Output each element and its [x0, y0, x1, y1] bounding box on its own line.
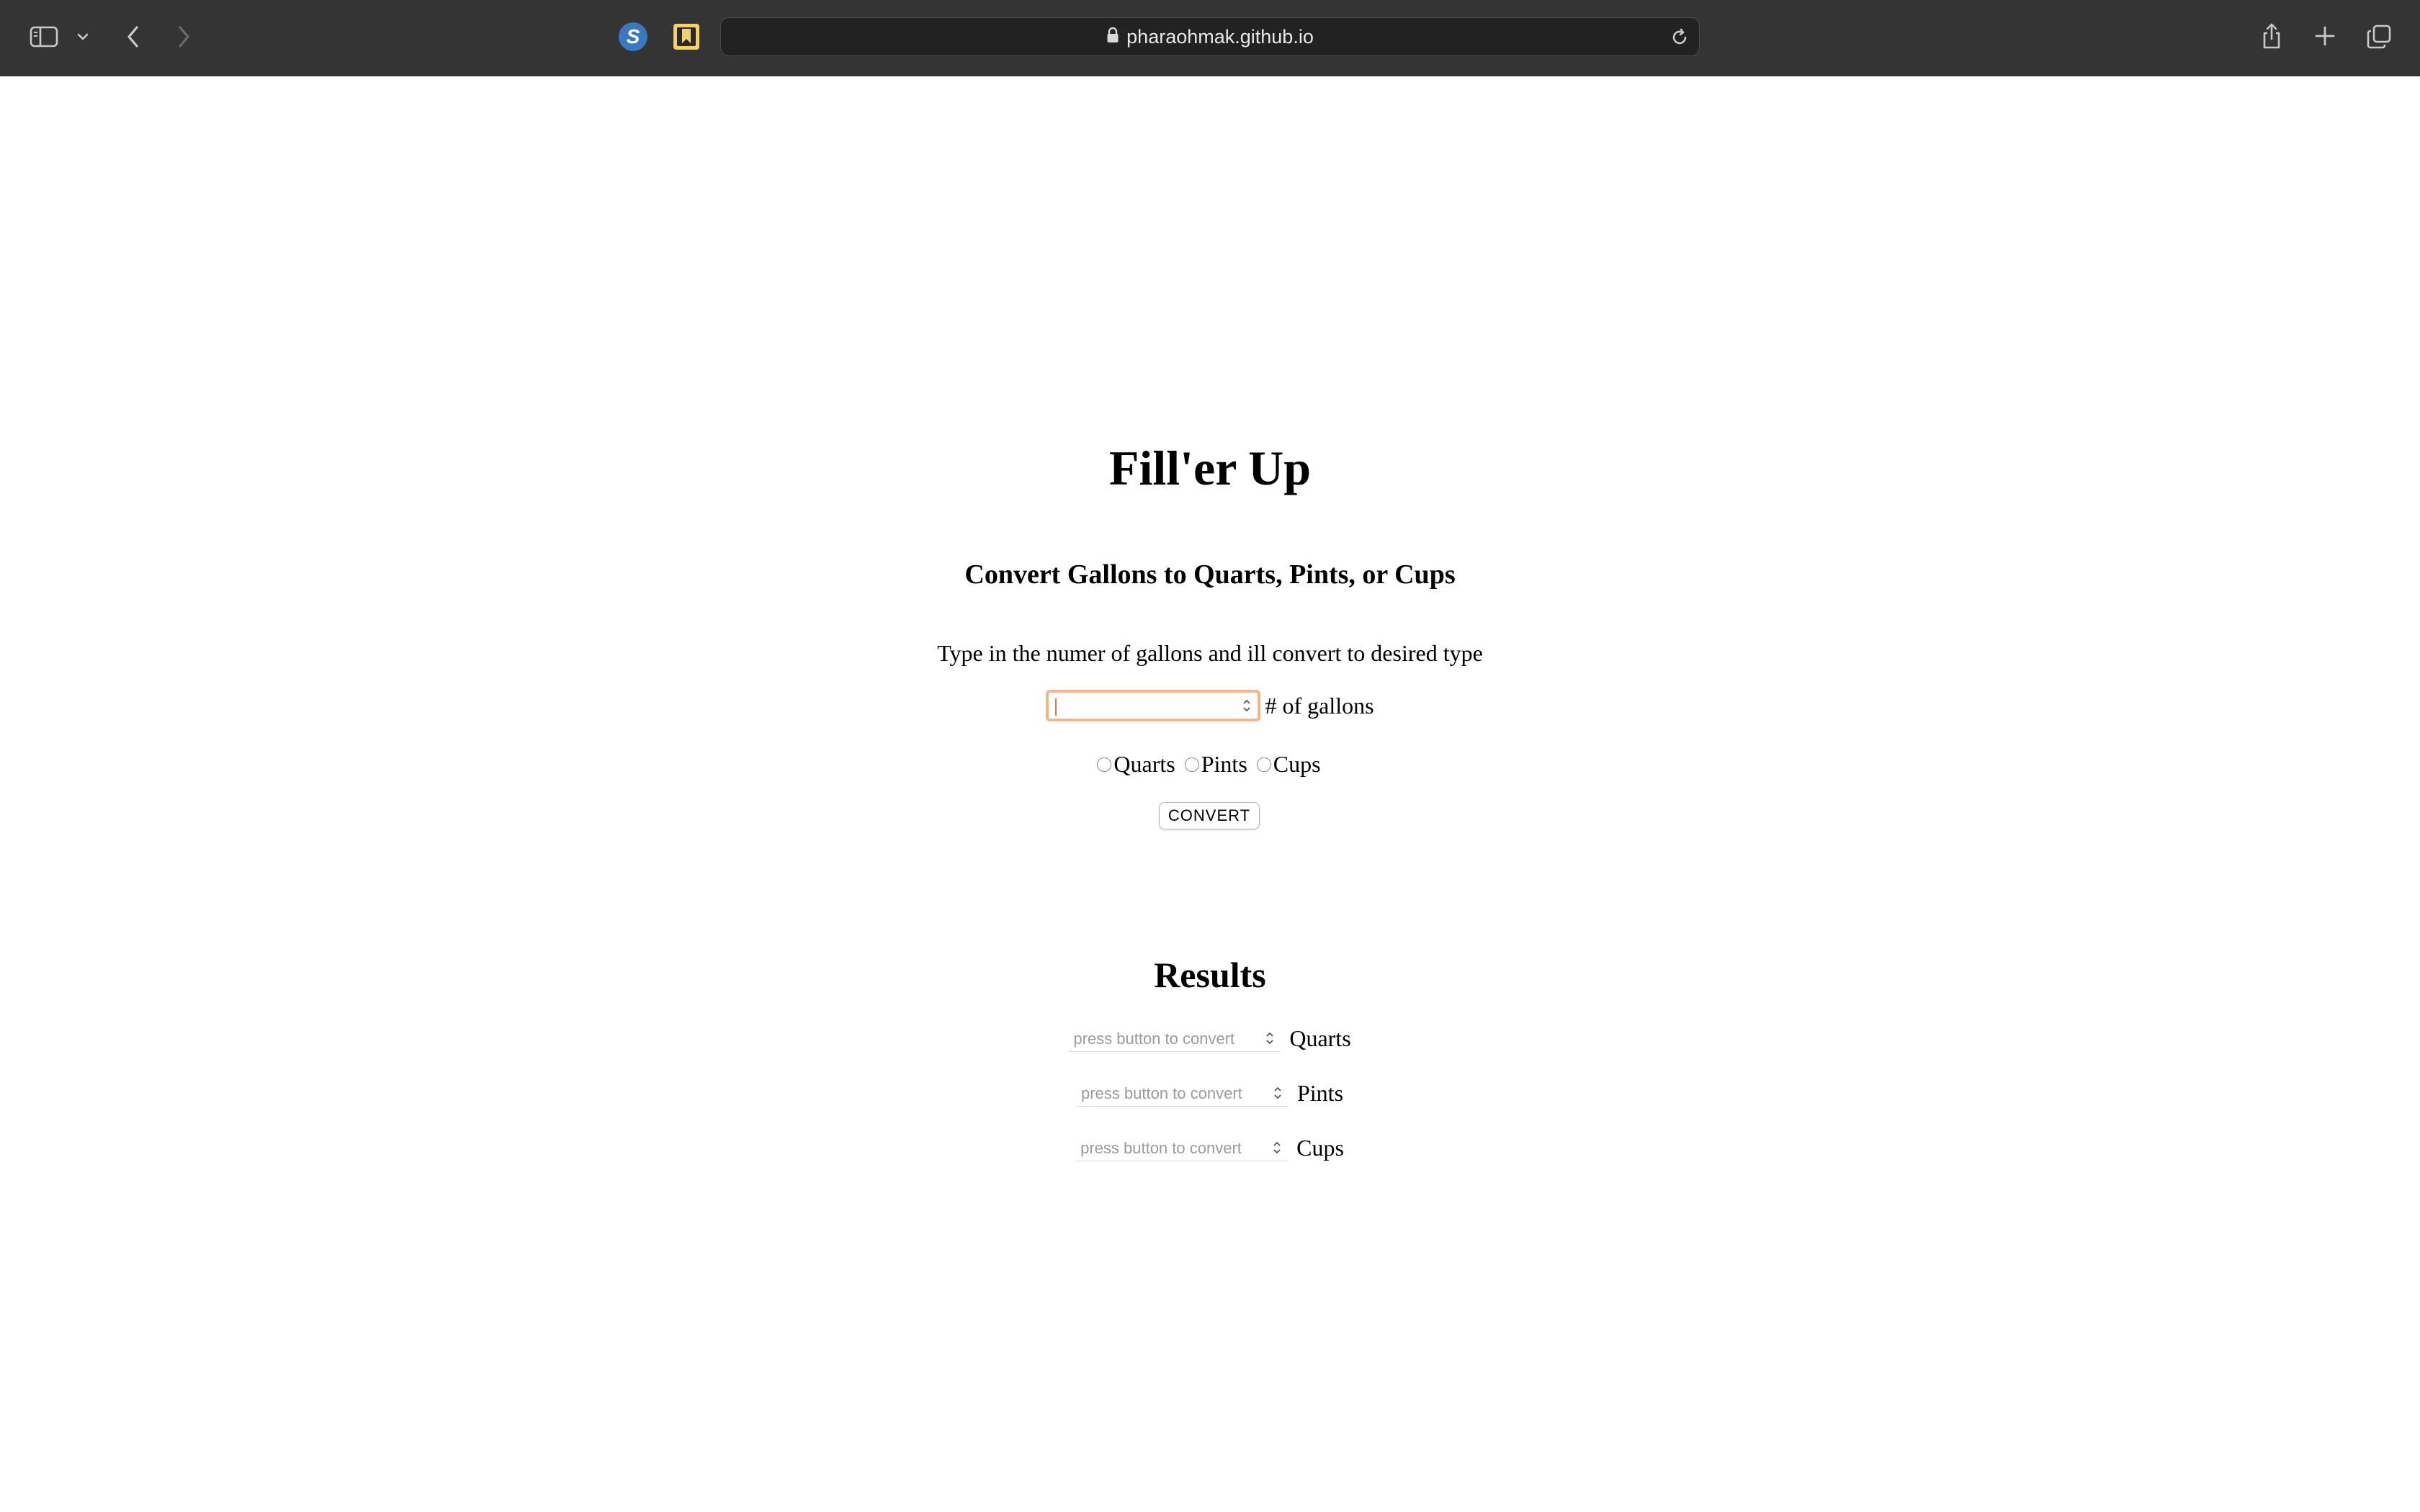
quarts-result-placeholder: press button to convert	[1073, 1030, 1235, 1048]
back-icon[interactable]	[121, 22, 145, 52]
pints-result-placeholder: press button to convert	[1080, 1084, 1242, 1102]
url-text: pharaohmak.github.io	[1126, 25, 1314, 48]
results-heading: Results	[1154, 955, 1266, 995]
quarts-stepper[interactable]	[1265, 1030, 1275, 1046]
forward-icon[interactable]	[171, 22, 196, 52]
address-bar[interactable]: pharaohmak.github.io	[720, 17, 1700, 56]
radio-cups-label[interactable]: Cups	[1273, 751, 1321, 778]
result-row-cups: press button to convert Cups	[0, 1135, 2420, 1161]
radio-quarts[interactable]	[1097, 757, 1112, 772]
bookmark-extension-icon[interactable]	[671, 22, 702, 52]
quarts-result-field[interactable]: press button to convert	[1069, 1025, 1281, 1052]
chevron-down-icon[interactable]	[72, 29, 94, 45]
gallons-stepper[interactable]	[1242, 698, 1252, 714]
result-row-pints: press button to convert Pints	[0, 1080, 2420, 1107]
reload-icon[interactable]	[1669, 27, 1690, 52]
radio-pints-label[interactable]: Pints	[1201, 751, 1247, 778]
radio-quarts-label[interactable]: Quarts	[1113, 751, 1175, 778]
cups-stepper[interactable]	[1272, 1140, 1282, 1156]
radio-pints[interactable]	[1184, 757, 1199, 772]
cups-result-placeholder: press button to convert	[1080, 1139, 1242, 1157]
lock-icon	[1106, 27, 1119, 48]
tab-overview-icon[interactable]	[2364, 22, 2394, 52]
gallons-input[interactable]	[1046, 690, 1261, 721]
browser-toolbar: S pharaohmak.github.io	[0, 0, 2420, 76]
text-caret	[1055, 698, 1057, 716]
pints-result-field[interactable]: press button to convert	[1076, 1080, 1289, 1107]
share-icon[interactable]	[2257, 19, 2286, 53]
instructions-text: Type in the numer of gallons and ill con…	[937, 640, 1483, 666]
page-title: Fill'er Up	[1108, 441, 1312, 495]
unit-radio-group: Quarts Pints Cups	[0, 751, 2420, 778]
quarts-unit-label: Quarts	[1289, 1025, 1351, 1051]
new-tab-icon[interactable]	[2311, 22, 2339, 50]
extension-s-letter: S	[619, 22, 647, 51]
page-subtitle: Convert Gallons to Quarts, Pints, or Cup…	[964, 559, 1456, 590]
gallons-label: # of gallons	[1265, 692, 1374, 719]
convert-button[interactable]: CONVERT	[1159, 802, 1260, 829]
sidebar-toggle-icon[interactable]	[27, 23, 60, 50]
result-row-quarts: press button to convert Quarts	[0, 1025, 2420, 1052]
radio-cups[interactable]	[1256, 757, 1271, 772]
cups-unit-label: Cups	[1296, 1135, 1344, 1161]
pints-stepper[interactable]	[1273, 1085, 1283, 1101]
extension-s-icon[interactable]: S	[618, 22, 648, 52]
gallons-row: # of gallons	[0, 690, 2420, 721]
cups-result-field[interactable]: press button to convert	[1076, 1135, 1289, 1161]
pints-unit-label: Pints	[1296, 1080, 1344, 1106]
